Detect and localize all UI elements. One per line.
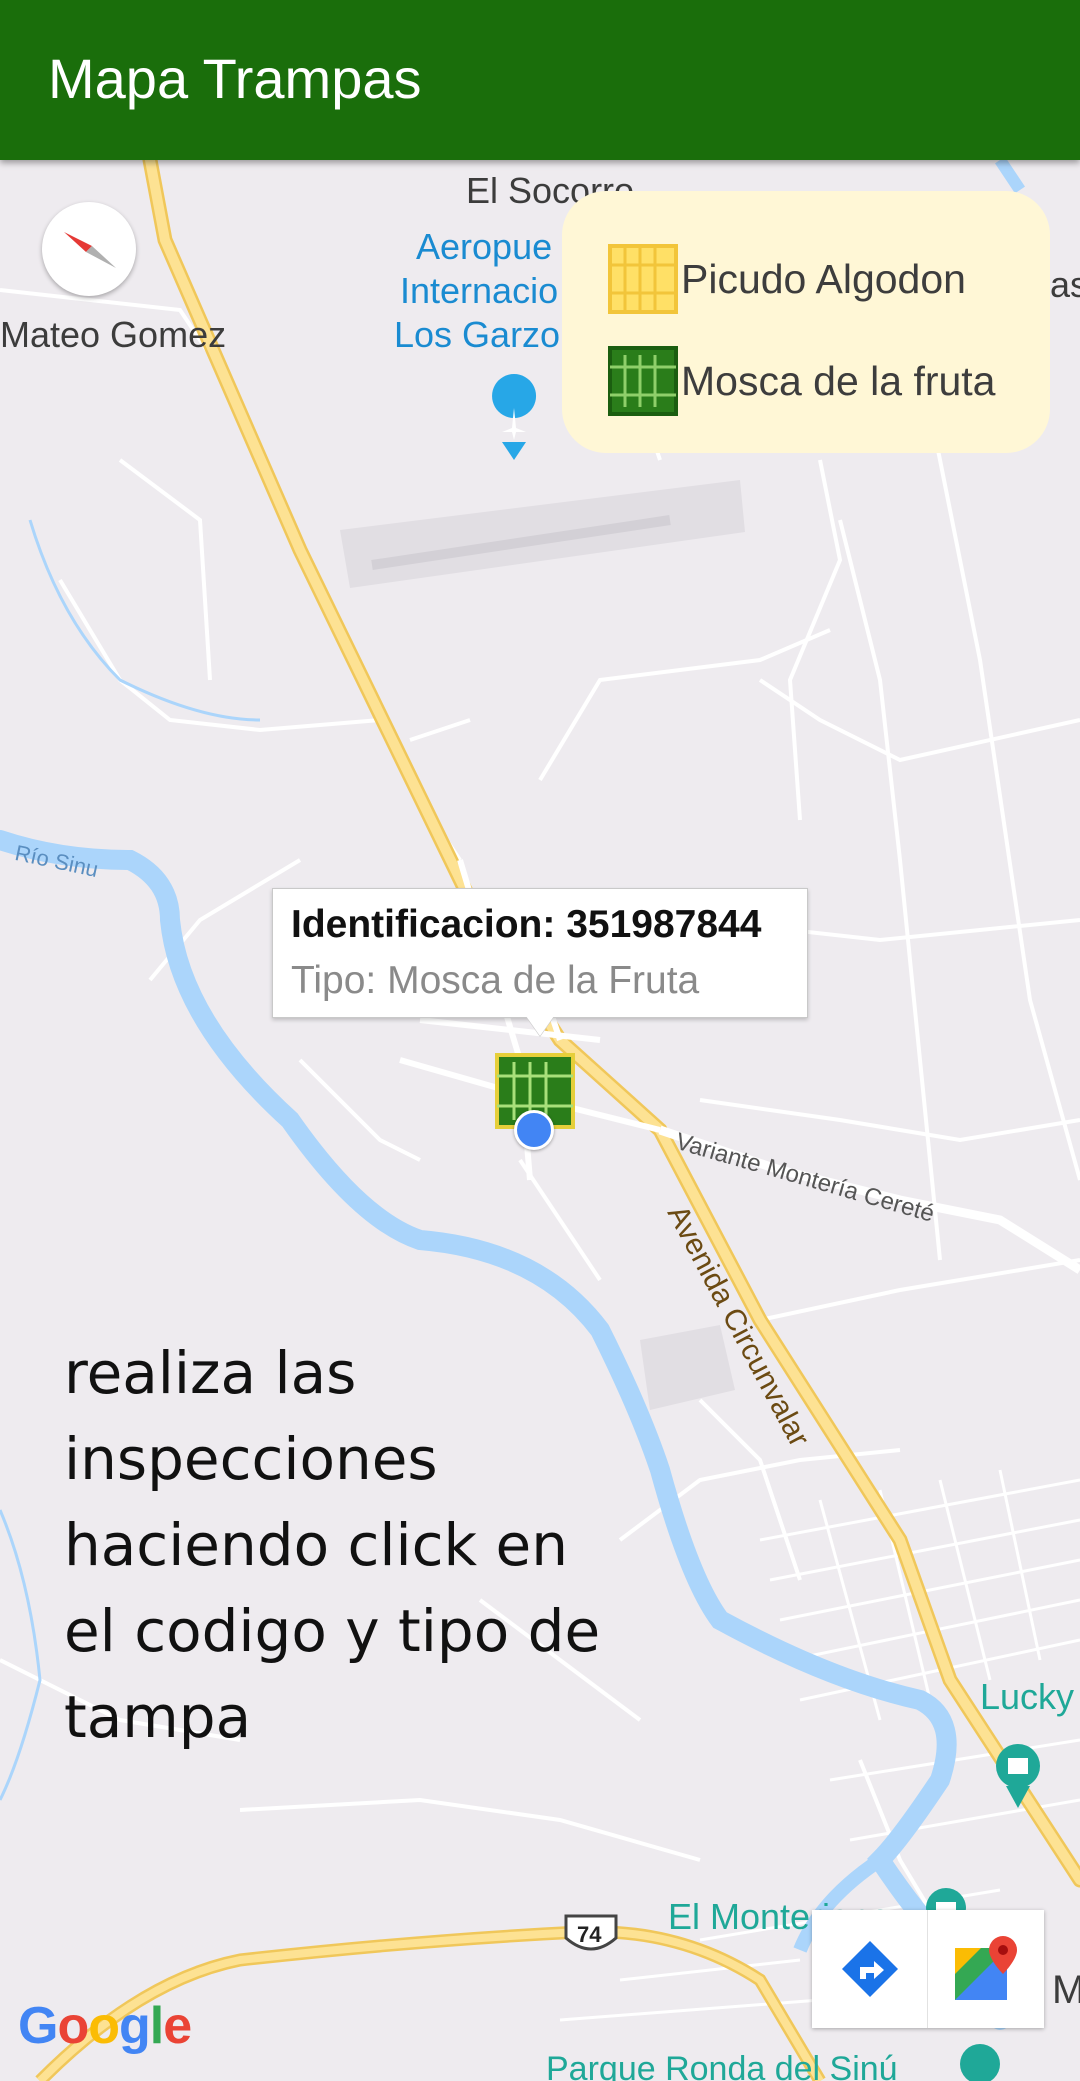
instructions-text: realiza las inspecciones haciendo click …: [64, 1339, 601, 1751]
trap-type[interactable]: Tipo: Mosca de la Fruta: [291, 959, 699, 1003]
my-location-dot: [514, 1110, 554, 1150]
place-parque: Parque Ronda del Sinú: [546, 2050, 898, 2081]
airport-icon: [492, 374, 537, 460]
compass-icon[interactable]: [42, 202, 136, 296]
place-airport-3: Los Garzo: [394, 314, 561, 355]
google-maps-icon: [954, 1936, 1017, 2000]
marker-info-window[interactable]: Identificacion: 351987844 Tipo: Mosca de…: [272, 888, 808, 1018]
legend-item-mosca: Mosca de la fruta: [607, 345, 996, 417]
place-airport-2: Internacio: [400, 270, 559, 311]
info-window-pointer: [526, 1016, 554, 1036]
place-lucky: Lucky: [980, 1676, 1075, 1717]
directions-icon: [841, 1941, 898, 1997]
trap-green-icon: [608, 346, 678, 416]
place-mateo-gomez: Mateo Gomez: [0, 314, 227, 355]
trap-identification[interactable]: Identificacion: 351987844: [291, 903, 761, 947]
trap-yellow-icon: [608, 244, 678, 314]
map-view[interactable]: El Socorro Aeropue Internacio Los Garzo …: [0, 160, 1080, 2081]
route-74-label: 74: [577, 1922, 602, 1947]
google-logo: Google: [18, 1997, 192, 2055]
open-google-maps-button[interactable]: [928, 1910, 1043, 2028]
place-right-edge: as: [1050, 264, 1080, 305]
directions-button[interactable]: [812, 1910, 928, 2028]
place-airport-1: Aeropue: [416, 226, 553, 267]
legend-item-picudo: Picudo Algodon: [607, 243, 966, 315]
place-edge-m: M: [1052, 1968, 1080, 2012]
legend-panel: Picudo Algodon Mosca de la fruta: [562, 191, 1050, 453]
app-bar: Mapa Trampas: [0, 0, 1080, 160]
legend-label-mosca: Mosca de la fruta: [681, 357, 996, 404]
map-toolbar: [812, 1910, 1044, 2028]
legend-label-picudo: Picudo Algodon: [681, 255, 966, 302]
app-title: Mapa Trampas: [48, 47, 422, 110]
